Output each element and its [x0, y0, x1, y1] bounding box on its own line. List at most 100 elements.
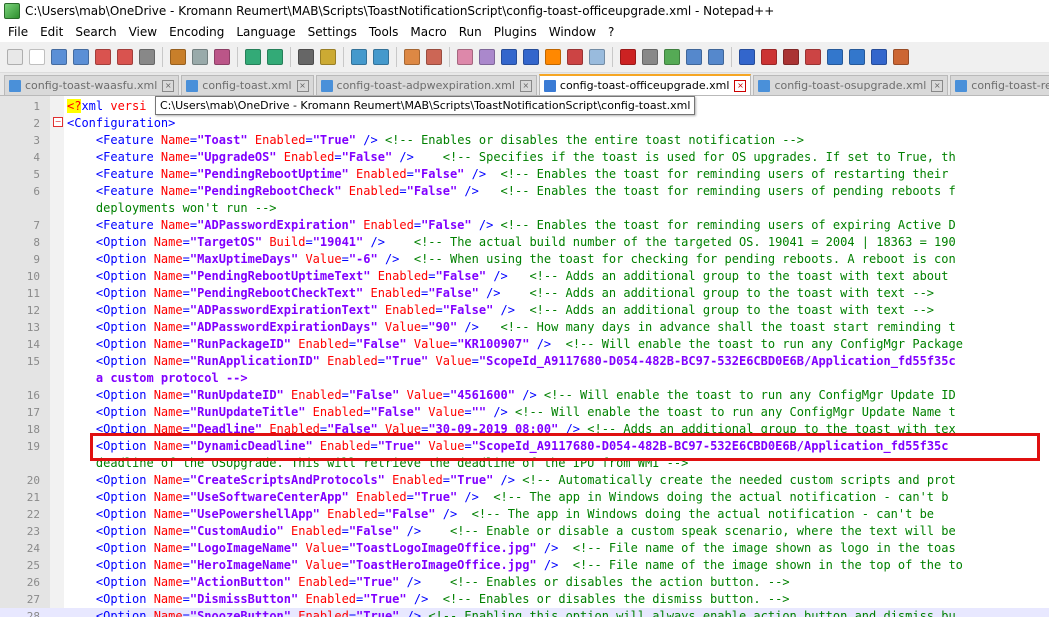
code-line[interactable]: 4 <Feature Name="UpgradeOS" Enabled="Fal… [0, 149, 1049, 166]
menu-edit[interactable]: Edit [34, 25, 69, 39]
close-tab-icon[interactable]: × [519, 79, 532, 92]
menu-macro[interactable]: Macro [404, 25, 452, 39]
tab-file[interactable]: config-toast-waasfu.xml × [4, 75, 180, 95]
code-line[interactable]: 13 <Option Name="ADPasswordExpirationDay… [0, 319, 1049, 336]
menu-language[interactable]: Language [230, 25, 301, 39]
syntax-token: <!-- Enables or disables the dismiss but… [442, 592, 790, 606]
code-line[interactable]: 23 <Option Name="CustomAudio" Enabled="F… [0, 523, 1049, 540]
toolbar-button-icon[interactable] [620, 49, 636, 65]
code-line[interactable]: 9 <Option Name="MaxUptimeDays" Value="-6… [0, 251, 1049, 268]
code-line[interactable]: 22 <Option Name="UsePowershellApp" Enabl… [0, 506, 1049, 523]
toolbar-button-icon[interactable] [192, 49, 208, 65]
syntax-token: Name [153, 252, 183, 266]
code-line[interactable]: 14 <Option Name="RunPackageID" Enabled="… [0, 336, 1049, 353]
tab-file[interactable]: config-toast-adpwexpiration.xml × [315, 75, 537, 95]
syntax-token: "True" [312, 133, 357, 147]
toolbar-button-icon[interactable] [214, 49, 230, 65]
toolbar-button-icon[interactable] [805, 49, 821, 65]
menu-help[interactable]: ? [602, 25, 620, 39]
code-line[interactable]: 8 <Option Name="TargetOS" Build="19041" … [0, 234, 1049, 251]
code-line[interactable]: deployments won't run --> [0, 200, 1049, 217]
toolbar-button-icon[interactable] [298, 49, 314, 65]
toolbar-button-icon[interactable] [479, 49, 495, 65]
toolbar-button-icon[interactable] [827, 49, 843, 65]
code-line[interactable]: 20 <Option Name="CreateScriptsAndProtoco… [0, 472, 1049, 489]
toolbar-button-icon[interactable] [426, 49, 442, 65]
code-line[interactable]: 3 <Feature Name="Toast" Enabled="True" /… [0, 132, 1049, 149]
toolbar-button-icon[interactable] [686, 49, 702, 65]
menu-search[interactable]: Search [69, 25, 122, 39]
code-line[interactable]: a custom protocol --> [0, 370, 1049, 387]
toolbar-button-icon[interactable] [871, 49, 887, 65]
toolbar-button-icon[interactable] [545, 49, 561, 65]
menu-plugins[interactable]: Plugins [488, 25, 543, 39]
code-line[interactable]: 6 <Feature Name="PendingRebootCheck" Ena… [0, 183, 1049, 200]
syntax-token: Enabled [356, 167, 407, 181]
toolbar-button-icon[interactable] [95, 49, 111, 65]
menu-window[interactable]: Window [543, 25, 602, 39]
code-line[interactable]: 21 <Option Name="UseSoftwareCenterApp" E… [0, 489, 1049, 506]
syntax-token: <!-- Will enable the toast to run any Co… [543, 388, 956, 402]
code-line[interactable]: 24 <Option Name="LogoImageName" Value="T… [0, 540, 1049, 557]
toolbar-button-icon[interactable] [783, 49, 799, 65]
toolbar-button-icon[interactable] [245, 49, 261, 65]
toolbar-button-icon[interactable] [351, 49, 367, 65]
code-line[interactable]: 5 <Feature Name="PendingRebootUptime" En… [0, 166, 1049, 183]
toolbar-button-icon[interactable] [761, 49, 777, 65]
toolbar-button-icon[interactable] [642, 49, 658, 65]
toolbar-button-icon[interactable] [893, 49, 909, 65]
toolbar-button-icon[interactable] [501, 49, 517, 65]
toolbar-button-icon[interactable] [849, 49, 865, 65]
code-line[interactable]: 12 <Option Name="ADPasswordExpirationTex… [0, 302, 1049, 319]
menu-view[interactable]: View [123, 25, 163, 39]
close-tab-icon[interactable]: × [296, 79, 309, 92]
toolbar-button-icon[interactable] [523, 49, 539, 65]
syntax-token [428, 354, 435, 368]
menu-run[interactable]: Run [453, 25, 488, 39]
toolbar-button-icon[interactable] [457, 49, 473, 65]
toolbar-button-icon[interactable] [739, 49, 755, 65]
tab-file[interactable]: config-toast-officeupgrade.xml × [538, 74, 752, 95]
code-line[interactable]: 27 <Option Name="DismissButton" Enabled=… [0, 591, 1049, 608]
code-line[interactable]: 7 <Feature Name="ADPasswordExpiration" E… [0, 217, 1049, 234]
code-line[interactable]: 26 <Option Name="ActionButton" Enabled="… [0, 574, 1049, 591]
toolbar-button-icon[interactable] [589, 49, 605, 65]
toolbar-button-icon[interactable] [139, 49, 155, 65]
toolbar-button-icon[interactable] [373, 49, 389, 65]
toolbar-button-icon[interactable] [170, 49, 186, 65]
menu-tools[interactable]: Tools [363, 25, 405, 39]
editor-area[interactable]: 1 <?xml versi 2 <Configuration> 3 <Feature N… [0, 96, 1049, 617]
syntax-token: xml [81, 99, 111, 113]
close-tab-icon[interactable]: × [734, 79, 747, 92]
tab-file[interactable]: config-toast.xml × [181, 75, 314, 95]
syntax-token: Value [384, 320, 422, 334]
toolbar-button-icon[interactable] [267, 49, 283, 65]
tab-file[interactable]: config-toast-osupgrade.xml × [753, 75, 949, 95]
fold-collapse-icon[interactable]: − [53, 117, 63, 127]
code-line[interactable]: 11 <Option Name="PendingRebootCheckText"… [0, 285, 1049, 302]
toolbar-button-icon[interactable] [664, 49, 680, 65]
code-line[interactable]: 10 <Option Name="PendingRebootUptimeText… [0, 268, 1049, 285]
code-line[interactable]: 25 <Option Name="HeroImageName" Value="T… [0, 557, 1049, 574]
close-tab-icon[interactable]: × [162, 79, 175, 92]
toolbar-button-icon[interactable] [29, 49, 45, 65]
toolbar-button-icon[interactable] [708, 49, 724, 65]
menu-encoding[interactable]: Encoding [163, 25, 230, 39]
code-line[interactable]: 2 <Configuration> [0, 115, 1049, 132]
toolbar-button-icon[interactable] [320, 49, 336, 65]
close-tab-icon[interactable]: × [931, 79, 944, 92]
toolbar-button-icon[interactable] [73, 49, 89, 65]
tab-file[interactable]: config-toast-rebootpending.xml× [950, 75, 1049, 95]
code-line[interactable]: 16 <Option Name="RunUpdateID" Enabled="F… [0, 387, 1049, 404]
code-line[interactable]: 28 <Option Name="SnoozeButton" Enabled="… [0, 608, 1049, 617]
code-line[interactable]: 15 <Option Name="RunApplicationID" Enabl… [0, 353, 1049, 370]
toolbar-button-icon[interactable] [117, 49, 133, 65]
toolbar-button-icon[interactable] [7, 49, 23, 65]
toolbar-button-icon[interactable] [51, 49, 67, 65]
toolbar-button-icon[interactable] [567, 49, 583, 65]
menu-settings[interactable]: Settings [302, 25, 363, 39]
toolbar-button-icon[interactable] [404, 49, 420, 65]
code-line[interactable]: 17 <Option Name="RunUpdateTitle" Enabled… [0, 404, 1049, 421]
menu-file[interactable]: File [2, 25, 34, 39]
syntax-token: "False" [413, 167, 465, 181]
